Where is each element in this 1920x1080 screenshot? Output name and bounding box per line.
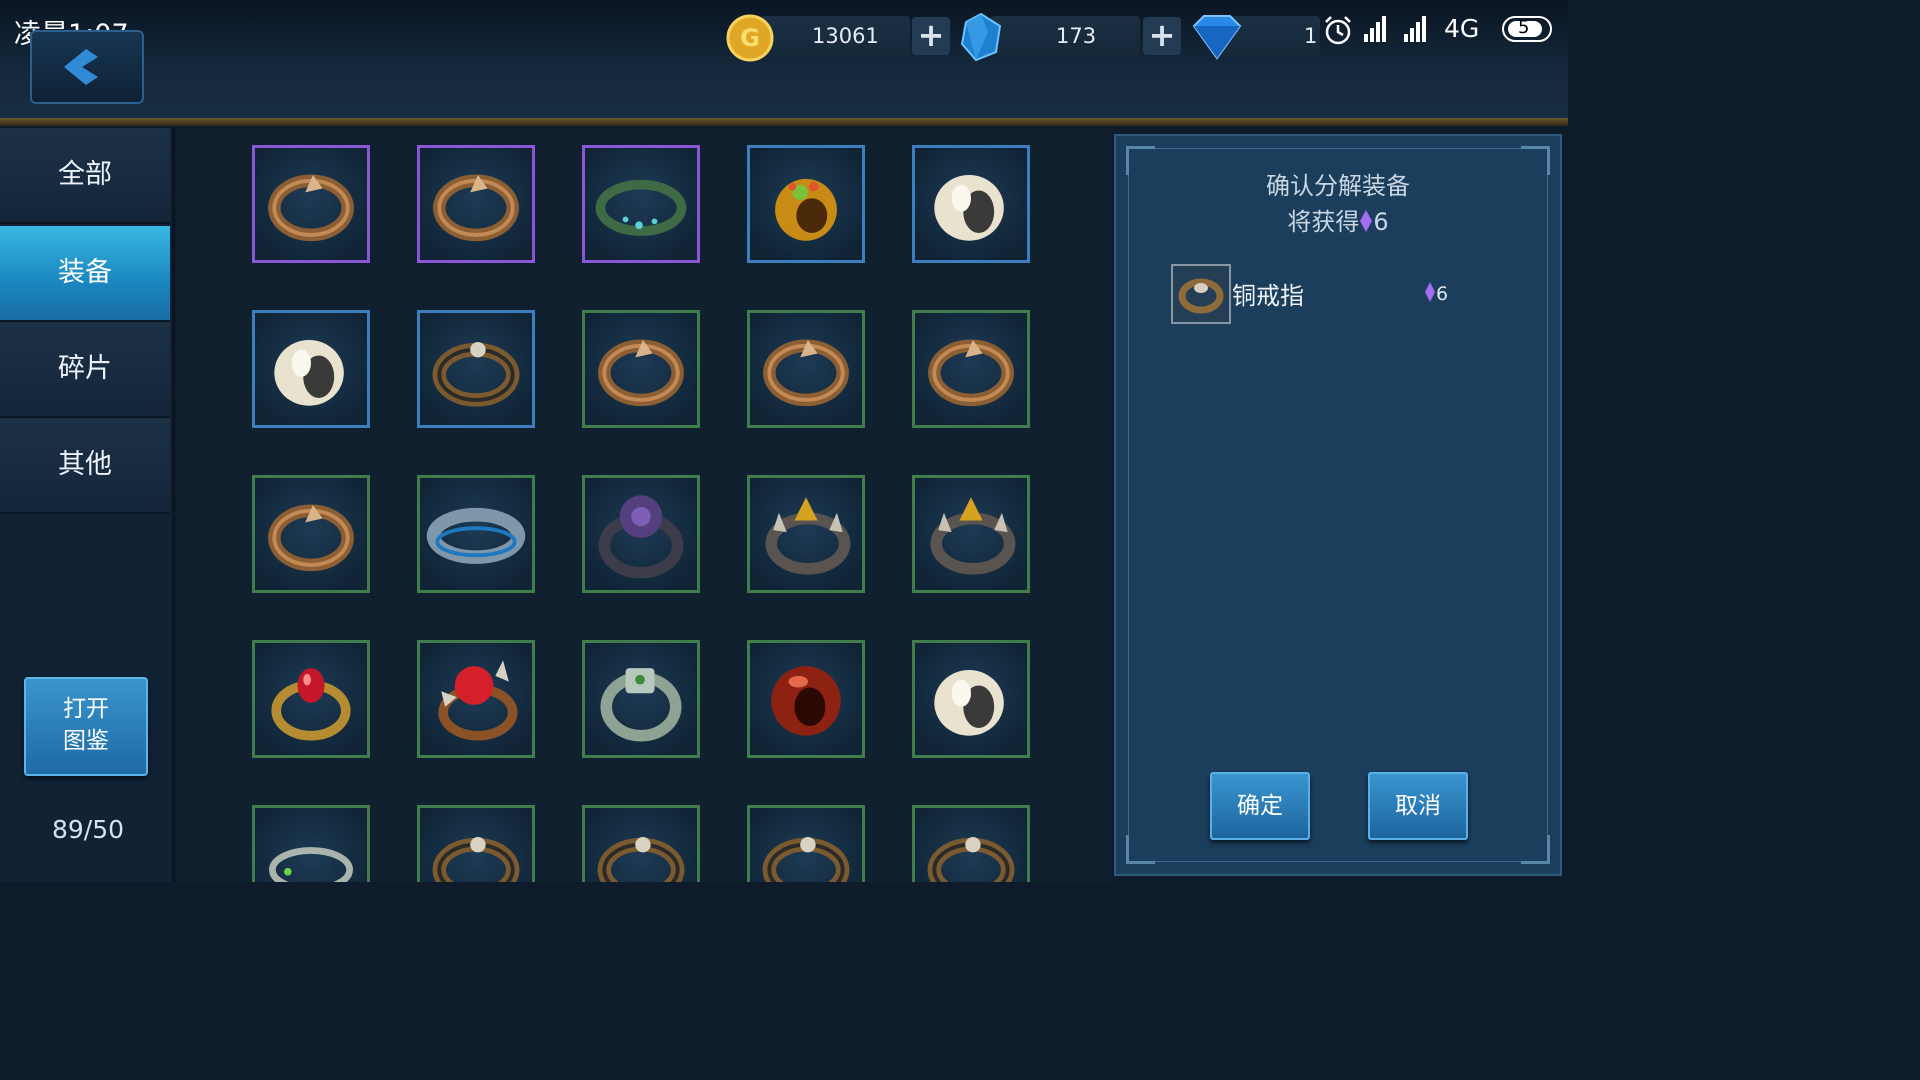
ring-icon bbox=[930, 497, 1016, 575]
inventory-slot[interactable] bbox=[417, 475, 535, 593]
inventory-slot[interactable] bbox=[417, 310, 535, 428]
tab-equipment[interactable]: 装备 bbox=[0, 226, 170, 322]
ring-icon bbox=[426, 507, 526, 564]
inventory-slot[interactable] bbox=[252, 475, 370, 593]
inventory-slot[interactable] bbox=[912, 640, 1030, 758]
inventory-capacity: 89/50 bbox=[52, 815, 125, 844]
inventory-slot[interactable] bbox=[912, 145, 1030, 263]
diamond-icon bbox=[1192, 15, 1242, 60]
inventory-slot[interactable] bbox=[912, 475, 1030, 593]
ring-icon bbox=[600, 668, 682, 742]
dismantle-panel: 确认分解装备 将获得 6 铜戒指 6 确定 取消 bbox=[1114, 134, 1562, 876]
purple-gem-icon bbox=[1425, 282, 1435, 302]
add-crystal-button[interactable]: + bbox=[1143, 17, 1181, 55]
ring-icon bbox=[927, 836, 1015, 882]
ring-icon bbox=[268, 174, 354, 242]
ring-icon bbox=[274, 340, 344, 406]
inventory-slot[interactable] bbox=[747, 475, 865, 593]
reward-prefix: 将获得 bbox=[1287, 208, 1360, 236]
ring-icon bbox=[269, 847, 353, 882]
svg-text:G: G bbox=[740, 24, 760, 52]
crystal-icon bbox=[960, 12, 1002, 62]
ring-icon bbox=[928, 339, 1014, 407]
panel-corner bbox=[1126, 835, 1155, 864]
crystal-counter: 173 bbox=[990, 16, 1140, 56]
ring-icon bbox=[597, 836, 685, 882]
ring-icon bbox=[432, 341, 520, 407]
panel-frame bbox=[1128, 148, 1548, 862]
gold-amount: 13061 bbox=[812, 24, 879, 48]
ring-icon bbox=[595, 179, 687, 236]
inventory-slot[interactable] bbox=[417, 805, 535, 882]
dismantle-title: 确认分解装备 将获得 6 bbox=[1116, 168, 1560, 240]
inventory-slot[interactable] bbox=[747, 310, 865, 428]
confirm-button[interactable]: 确定 bbox=[1210, 772, 1310, 840]
item-yield: 6 bbox=[1424, 281, 1448, 305]
inventory-slot[interactable] bbox=[582, 475, 700, 593]
tab-other[interactable]: 其他 bbox=[0, 418, 170, 514]
inventory-slot[interactable] bbox=[582, 640, 700, 758]
network-type: 4G bbox=[1444, 14, 1480, 43]
inventory-slot[interactable] bbox=[747, 805, 865, 882]
panel-corner bbox=[1521, 835, 1550, 864]
crystal-amount: 173 bbox=[1056, 24, 1097, 48]
back-button[interactable] bbox=[30, 30, 144, 104]
item-name: 铜戒指 bbox=[1232, 282, 1304, 310]
ring-icon bbox=[771, 666, 841, 736]
ring-icon bbox=[762, 836, 850, 882]
alarm-icon bbox=[1325, 16, 1351, 45]
battery-icon: 5 bbox=[1502, 16, 1552, 42]
ring-icon bbox=[598, 339, 684, 407]
inventory-slot[interactable] bbox=[417, 640, 535, 758]
inventory-slot[interactable] bbox=[582, 805, 700, 882]
codex-label-line2: 图鉴 bbox=[63, 728, 109, 754]
dismantle-reward-line: 将获得 6 bbox=[1116, 204, 1560, 240]
inventory-slot[interactable] bbox=[252, 805, 370, 882]
inventory-slot[interactable] bbox=[747, 145, 865, 263]
tab-fragments[interactable]: 碎片 bbox=[0, 322, 170, 418]
open-codex-button[interactable]: 打开 图鉴 bbox=[24, 677, 148, 776]
ring-icon bbox=[763, 339, 849, 407]
inventory-slot[interactable] bbox=[582, 145, 700, 263]
inventory-slot[interactable] bbox=[252, 310, 370, 428]
inventory-slot[interactable] bbox=[912, 805, 1030, 882]
inventory-slot[interactable] bbox=[747, 640, 865, 758]
ring-icon bbox=[432, 836, 520, 882]
codex-label-line1: 打开 bbox=[63, 696, 109, 722]
add-gold-button[interactable]: + bbox=[912, 17, 950, 55]
signal-icon bbox=[1364, 16, 1426, 42]
gold-counter: 13061 bbox=[760, 16, 910, 56]
tab-all[interactable]: 全部 bbox=[0, 128, 170, 224]
ring-icon bbox=[765, 497, 851, 575]
ring-icon bbox=[1178, 278, 1224, 314]
ring-icon bbox=[268, 504, 354, 572]
ring-icon bbox=[934, 670, 1004, 736]
inventory-slot[interactable] bbox=[252, 145, 370, 263]
ring-icon bbox=[775, 178, 837, 241]
back-arrow-icon bbox=[64, 49, 98, 85]
top-bar-divider bbox=[0, 118, 1568, 126]
inventory-slot[interactable] bbox=[417, 145, 535, 263]
battery-level: 5 bbox=[1518, 17, 1530, 38]
item-yield-amount: 6 bbox=[1436, 283, 1449, 305]
inventory-grid bbox=[176, 128, 1112, 882]
ring-icon bbox=[433, 174, 519, 242]
inventory-slot[interactable] bbox=[912, 310, 1030, 428]
diamond-amount: 1 bbox=[1304, 24, 1318, 48]
purple-gem-icon bbox=[1360, 210, 1373, 232]
reward-amount: 6 bbox=[1373, 208, 1389, 236]
ring-icon bbox=[271, 668, 351, 741]
inventory-slot[interactable] bbox=[252, 640, 370, 758]
ring-icon bbox=[934, 175, 1004, 241]
ring-icon bbox=[438, 660, 518, 741]
dismantle-title-line1: 确认分解装备 bbox=[1266, 172, 1410, 200]
ring-icon bbox=[598, 495, 684, 579]
copper-ring-thumbnail bbox=[1171, 264, 1231, 324]
gold-coin-icon: G bbox=[726, 14, 774, 62]
cancel-button[interactable]: 取消 bbox=[1368, 772, 1468, 840]
inventory-slot[interactable] bbox=[582, 310, 700, 428]
